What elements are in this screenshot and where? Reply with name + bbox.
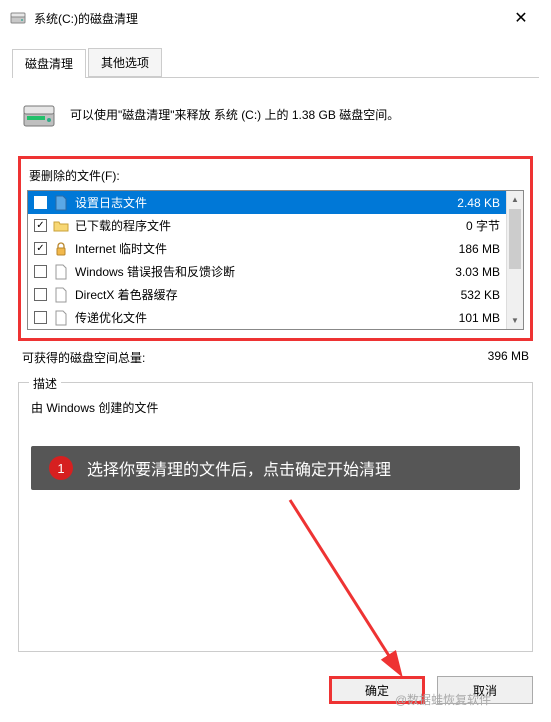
window-title: 系统(C:)的磁盘清理: [34, 10, 138, 27]
checkbox[interactable]: ✓: [34, 219, 47, 232]
total-row: 可获得的磁盘空间总量: 396 MB: [18, 341, 533, 370]
checkbox[interactable]: ✓: [34, 242, 47, 255]
file-name: 设置日志文件: [75, 194, 451, 211]
list-item[interactable]: 传递优化文件 101 MB: [28, 306, 506, 329]
description-text: 由 Windows 创建的文件: [31, 399, 520, 416]
file-name: 已下载的程序文件: [75, 217, 460, 234]
file-type-icon: [53, 241, 69, 257]
file-size: 532 KB: [461, 288, 500, 302]
file-size: 0 字节: [466, 217, 500, 234]
callout-text: 选择你要清理的文件后，点击确定开始清理: [87, 456, 391, 480]
instruction-callout: 1 选择你要清理的文件后，点击确定开始清理: [31, 446, 520, 490]
intro-row: 可以使用"磁盘清理"来释放 系统 (C:) 上的 1.38 GB 磁盘空间。: [18, 92, 533, 138]
total-value: 396 MB: [488, 349, 529, 366]
watermark-text: @数据蛙恢复软件: [395, 691, 491, 708]
file-size: 186 MB: [459, 242, 500, 256]
description-group-label: 描述: [29, 375, 61, 392]
file-type-icon: [53, 218, 69, 234]
total-label: 可获得的磁盘空间总量:: [22, 349, 145, 366]
file-size: 3.03 MB: [455, 265, 500, 279]
scrollbar[interactable]: ▲ ▼: [506, 191, 523, 329]
drive-icon: [10, 10, 26, 26]
scroll-thumb[interactable]: [509, 209, 521, 269]
scroll-up-icon[interactable]: ▲: [507, 191, 523, 208]
list-item[interactable]: ✓ 已下载的程序文件 0 字节: [28, 214, 506, 237]
titlebar: 系统(C:)的磁盘清理 ✕: [0, 0, 551, 36]
list-item[interactable]: DirectX 着色器缓存 532 KB: [28, 283, 506, 306]
tab-disk-cleanup[interactable]: 磁盘清理: [12, 49, 86, 78]
file-name: DirectX 着色器缓存: [75, 286, 455, 303]
file-size: 101 MB: [459, 311, 500, 325]
filelist-label: 要删除的文件(F):: [27, 167, 524, 184]
checkbox[interactable]: [34, 265, 47, 278]
tab-content: 可以使用"磁盘清理"来释放 系统 (C:) 上的 1.38 GB 磁盘空间。 要…: [0, 78, 551, 666]
file-type-icon: [53, 310, 69, 326]
file-name: 传递优化文件: [75, 309, 453, 326]
list-item[interactable]: 设置日志文件 2.48 KB: [28, 191, 506, 214]
callout-badge: 1: [49, 456, 73, 480]
description-group: 描述 由 Windows 创建的文件 1 选择你要清理的文件后，点击确定开始清理: [18, 382, 533, 652]
checkbox[interactable]: [34, 288, 47, 301]
file-type-icon: [53, 264, 69, 280]
tab-other-options[interactable]: 其他选项: [88, 48, 162, 77]
file-type-icon: [53, 287, 69, 303]
scroll-down-icon[interactable]: ▼: [507, 312, 523, 329]
filelist-listview[interactable]: 设置日志文件 2.48 KB ✓ 已下载的程序文件 0 字节 ✓ Internet 临时文件…: [27, 190, 524, 330]
file-name: Windows 错误报告和反馈诊断: [75, 263, 449, 280]
file-name: Internet 临时文件: [75, 240, 453, 257]
filelist-highlight: 要删除的文件(F): 设置日志文件 2.48 KB ✓ 已下载的程序文件 0 字节 ✓ In…: [18, 156, 533, 341]
disk-cleanup-icon: [22, 98, 56, 132]
list-item[interactable]: ✓ Internet 临时文件 186 MB: [28, 237, 506, 260]
file-type-icon: [53, 195, 69, 211]
checkbox[interactable]: [34, 311, 47, 324]
file-size: 2.48 KB: [457, 196, 500, 210]
close-button[interactable]: ✕: [501, 4, 541, 32]
checkbox[interactable]: [34, 196, 47, 209]
list-item[interactable]: Windows 错误报告和反馈诊断 3.03 MB: [28, 260, 506, 283]
tab-strip: 磁盘清理 其他选项: [12, 48, 539, 78]
intro-text: 可以使用"磁盘清理"来释放 系统 (C:) 上的 1.38 GB 磁盘空间。: [70, 106, 399, 124]
